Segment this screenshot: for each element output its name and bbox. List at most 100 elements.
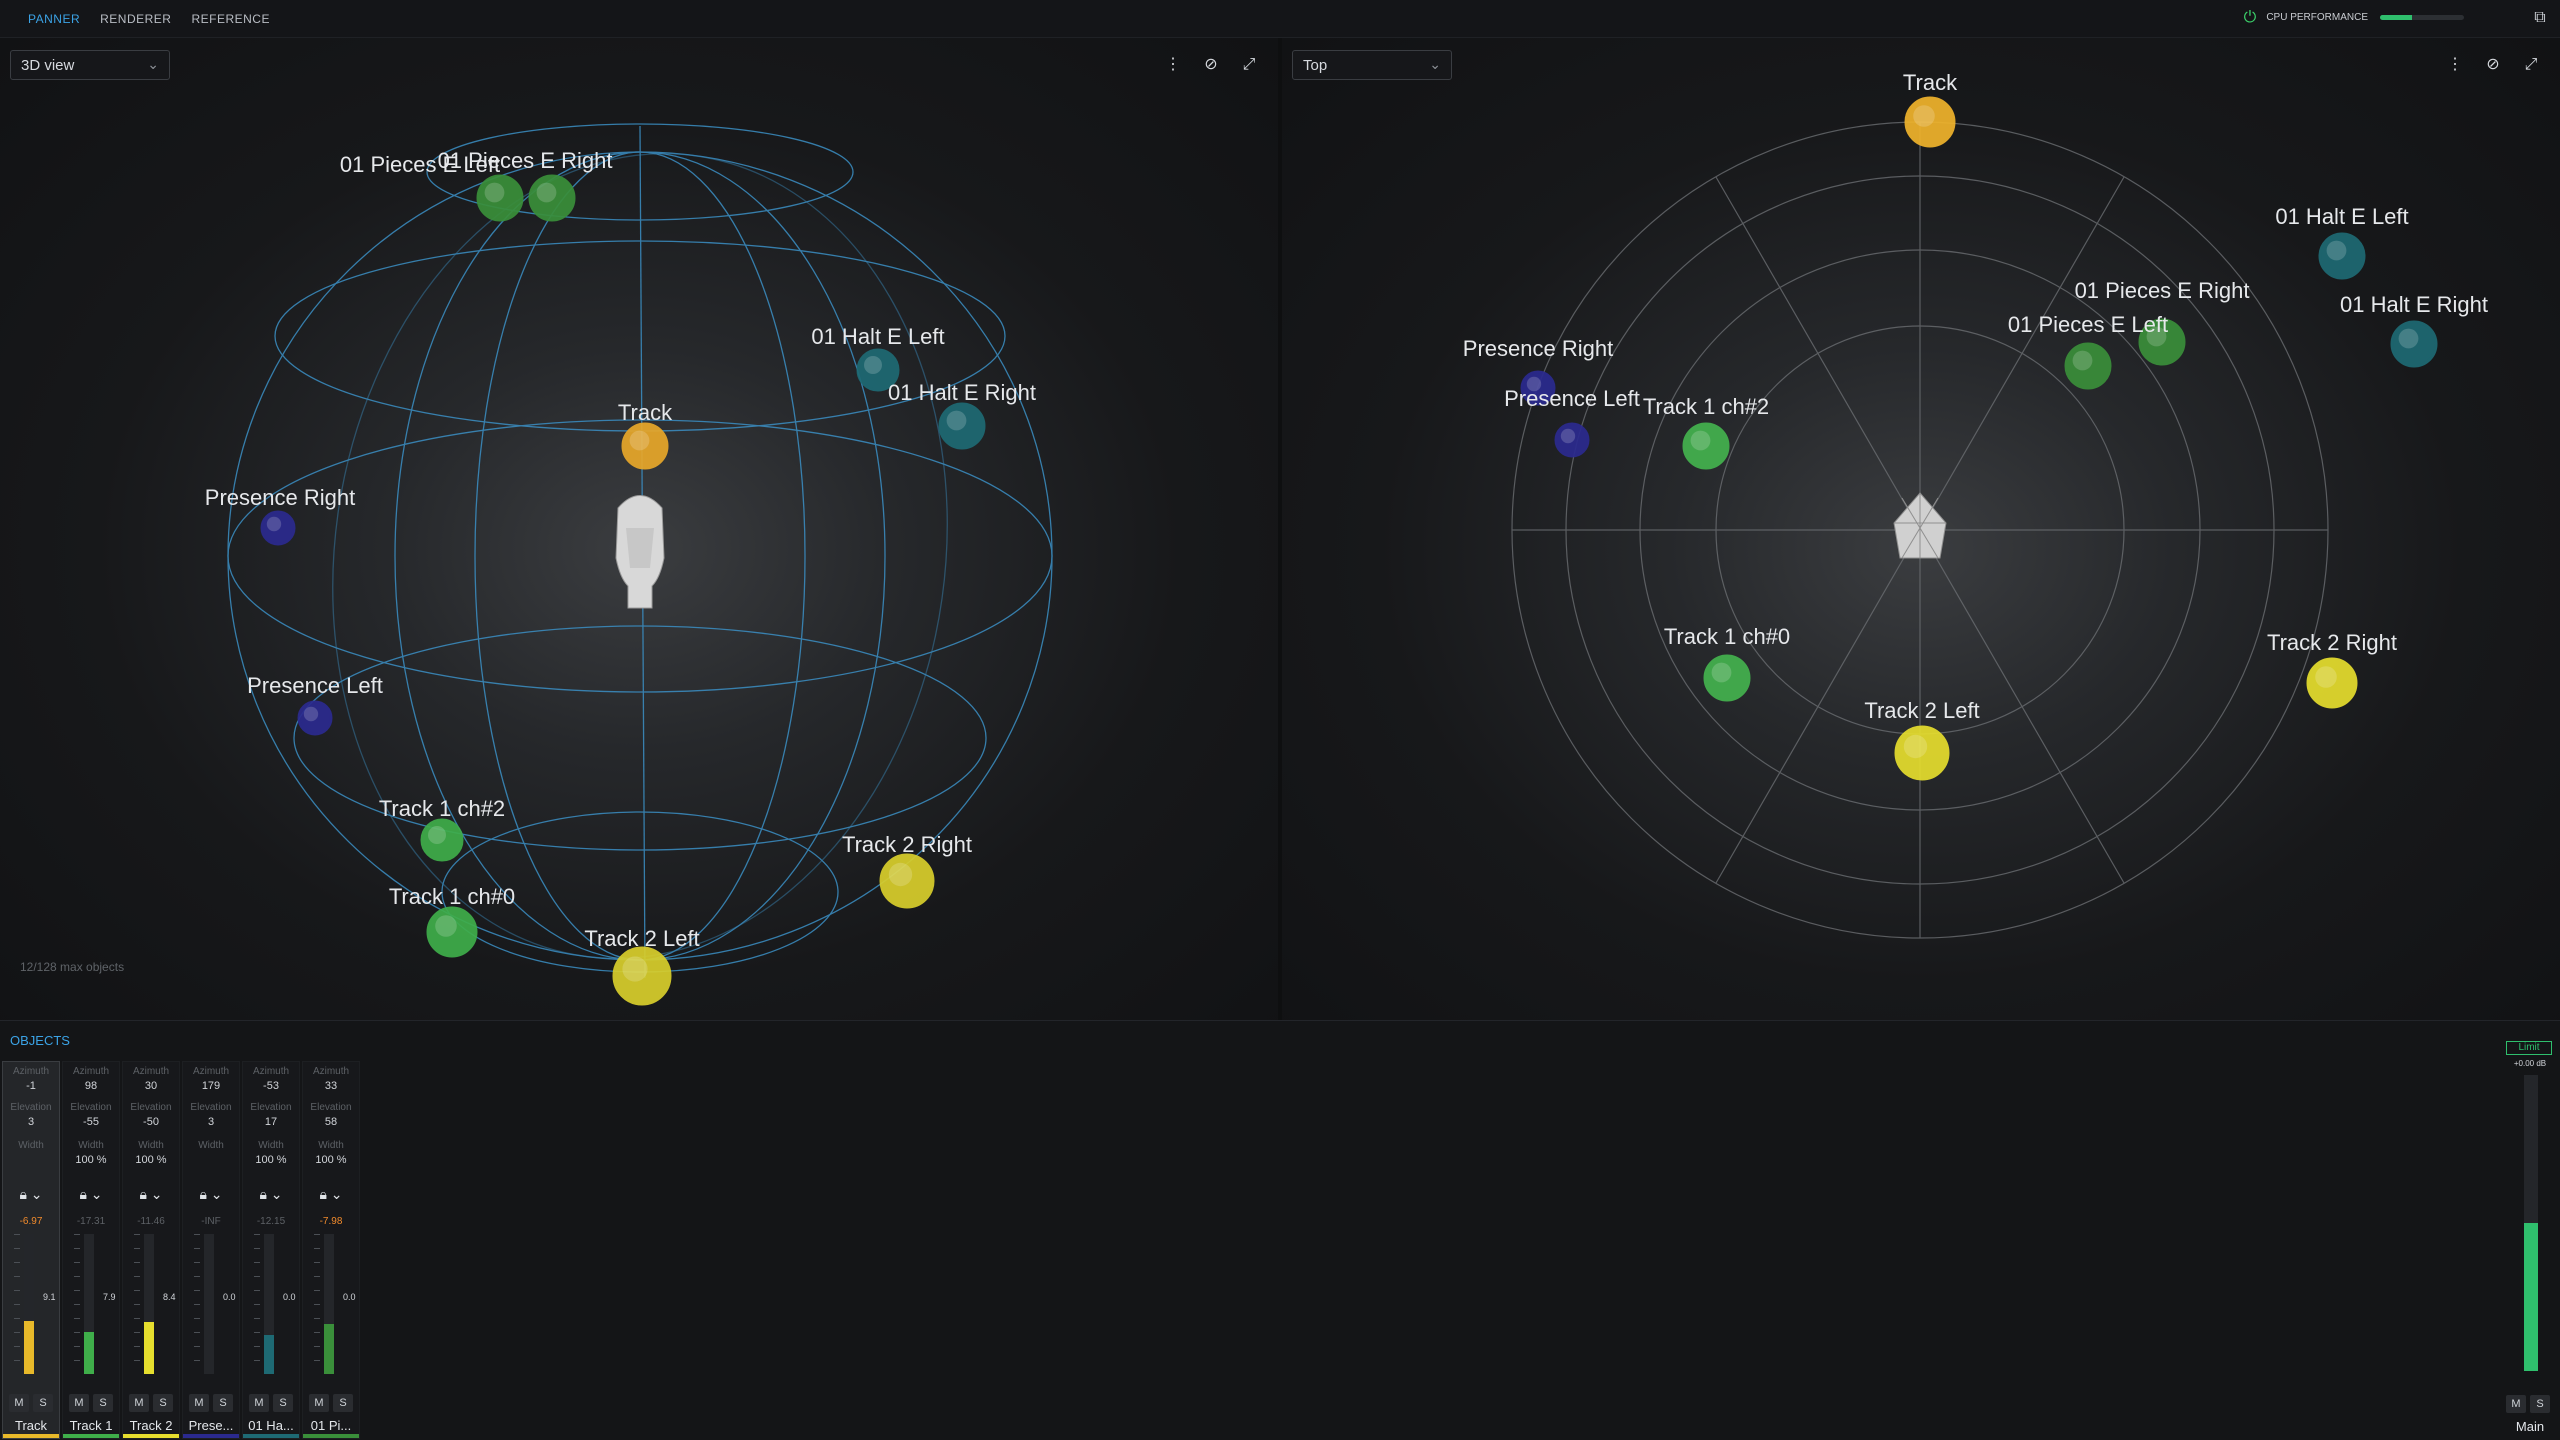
level-meter[interactable] — [74, 1234, 94, 1374]
object-strip[interactable]: Azimuth -1 Elevation 3 Width 🔒︎ ⌄ -6.97 9.1 M S Tr… — [2, 1061, 60, 1439]
lock-icon[interactable]: 🔒︎ ⌄ — [63, 1186, 119, 1203]
object-strip[interactable]: Azimuth -53 Elevation 17 Width 100 % 🔒︎ ⌄ -12.1… — [242, 1061, 300, 1439]
meter-tick — [14, 1262, 20, 1263]
azimuth-value[interactable]: 98 — [63, 1080, 119, 1092]
object-strip[interactable]: Azimuth 33 Elevation 58 Width 100 % 🔒︎ ⌄ -7.98 0… — [302, 1061, 360, 1439]
tab-panner[interactable]: PANNER — [28, 12, 80, 26]
strip-color-bar — [183, 1434, 239, 1438]
elevation-value[interactable]: 17 — [243, 1116, 299, 1128]
tab-renderer[interactable]: RENDERER — [100, 12, 171, 26]
width-value[interactable]: 100 % — [63, 1154, 119, 1166]
meter-tick — [14, 1360, 20, 1361]
master-mute-button[interactable]: M — [2506, 1395, 2526, 1413]
object-marker-highlight — [2315, 666, 2337, 688]
object-strip[interactable]: Azimuth 30 Elevation -50 Width 100 % 🔒︎ ⌄ -11.4… — [122, 1061, 180, 1439]
mute-button[interactable]: M — [69, 1394, 89, 1412]
solo-button[interactable]: S — [33, 1394, 53, 1412]
elevation-value[interactable]: -55 — [63, 1116, 119, 1128]
elevation-value[interactable]: 3 — [183, 1116, 239, 1128]
master-db: +0.00 dB — [2513, 1059, 2547, 1068]
azimuth-value[interactable]: 30 — [123, 1080, 179, 1092]
object-label: Track 1 ch#2 — [379, 796, 505, 821]
object-marker-highlight — [1711, 662, 1732, 683]
level-meter-fill — [24, 1320, 34, 1374]
object-marker-highlight — [303, 706, 319, 722]
mute-solo: MS — [9, 1394, 53, 1412]
meter-tick — [14, 1304, 20, 1305]
object-marker-highlight — [864, 356, 882, 374]
mute-button[interactable]: M — [309, 1394, 329, 1412]
object-label: 01 Halt E Right — [2340, 292, 2488, 317]
object-strip[interactable]: Azimuth 179 Elevation 3 Width 🔒︎ ⌄ -INF 0.0 M S Pr… — [182, 1061, 240, 1439]
azimuth-label: Azimuth — [192, 1066, 230, 1077]
solo-button[interactable]: S — [213, 1394, 233, 1412]
top-canvas[interactable]: Track 01 Halt E Left 01 Halt E Right 01 Pie… — [1282, 38, 2560, 1020]
object-label: Track 1 ch#0 — [1664, 624, 1790, 649]
meter-tick — [314, 1276, 320, 1277]
solo-button[interactable]: S — [273, 1394, 293, 1412]
master-solo-button[interactable]: S — [2530, 1395, 2550, 1413]
meter-tick — [14, 1248, 20, 1249]
lock-icon[interactable]: 🔒︎ ⌄ — [303, 1186, 359, 1203]
azimuth-value[interactable]: 179 — [183, 1080, 239, 1092]
level-meter[interactable] — [134, 1234, 154, 1374]
elevation-value[interactable]: 58 — [303, 1116, 359, 1128]
elevation-value[interactable]: 3 — [3, 1116, 59, 1128]
lock-icon[interactable]: 🔒︎ ⌄ — [243, 1186, 299, 1203]
mute-button[interactable]: M — [249, 1394, 269, 1412]
elevation-label: Elevation — [130, 1102, 172, 1113]
width-label: Width — [318, 1140, 344, 1151]
meter-tick — [254, 1360, 260, 1361]
meter-tick — [194, 1304, 200, 1305]
master-strip: Limit +0.00 dB M S Main — [2502, 1041, 2558, 1437]
mute-button[interactable]: M — [129, 1394, 149, 1412]
object-label: Presence Left — [247, 673, 383, 698]
meter-tick — [194, 1248, 200, 1249]
elevation-value[interactable]: -50 — [123, 1116, 179, 1128]
view-top[interactable]: Top ⌄ ⋮ ⊘ ⤢ Track 01 Halt E Left 01 Halt E… — [1282, 38, 2560, 1020]
power-icon[interactable]: ⏻ — [2240, 8, 2260, 28]
object-label: Presence Right — [205, 485, 355, 510]
width-value[interactable]: 100 % — [243, 1154, 299, 1166]
lock-icon[interactable]: 🔒︎ ⌄ — [123, 1186, 179, 1203]
mute-button[interactable]: M — [9, 1394, 29, 1412]
mute-solo: MS — [129, 1394, 173, 1412]
mute-button[interactable]: M — [189, 1394, 209, 1412]
fader-value: 0.0 — [343, 1292, 356, 1302]
object-strip[interactable]: Azimuth 98 Elevation -55 Width 100 % 🔒︎ ⌄ -17.3… — [62, 1061, 120, 1439]
width-value[interactable]: 100 % — [123, 1154, 179, 1166]
peak-db: -6.97 — [19, 1216, 43, 1227]
object-marker-highlight — [1690, 430, 1711, 451]
level-meter[interactable] — [314, 1234, 334, 1374]
strip-color-bar — [3, 1434, 59, 1438]
solo-button[interactable]: S — [93, 1394, 113, 1412]
azimuth-value[interactable]: -1 — [3, 1080, 59, 1092]
elevation-label: Elevation — [190, 1102, 232, 1113]
solo-button[interactable]: S — [153, 1394, 173, 1412]
fader-value: 0.0 — [283, 1292, 296, 1302]
azimuth-value[interactable]: 33 — [303, 1080, 359, 1092]
width-value[interactable]: 100 % — [303, 1154, 359, 1166]
objects-panel: OBJECTS Azimuth -1 Elevation 3 Width 🔒︎ ⌄ -6.9… — [0, 1020, 2560, 1440]
meter-tick — [134, 1262, 140, 1263]
mute-solo: MS — [309, 1394, 353, 1412]
elevation-label: Elevation — [10, 1102, 52, 1113]
meter-tick — [14, 1346, 20, 1347]
tab-reference[interactable]: REFERENCE — [191, 12, 270, 26]
level-meter[interactable] — [14, 1234, 34, 1374]
view-3d[interactable]: 3D view ⌄ ⋮ ⊘ ⤢ 01 Pieces E Left 01 Piece… — [0, 38, 1278, 1020]
popout-icon[interactable]: ⧉ — [2530, 8, 2550, 28]
level-meter[interactable] — [254, 1234, 274, 1374]
solo-button[interactable]: S — [333, 1394, 353, 1412]
azimuth-value[interactable]: -53 — [243, 1080, 299, 1092]
meter-tick — [254, 1262, 260, 1263]
level-meter[interactable] — [194, 1234, 214, 1374]
lock-icon[interactable]: 🔒︎ ⌄ — [3, 1186, 59, 1203]
meter-tick — [194, 1290, 200, 1291]
lock-icon[interactable]: 🔒︎ ⌄ — [183, 1186, 239, 1203]
limit-button[interactable]: Limit — [2506, 1041, 2552, 1055]
sphere-canvas[interactable]: 01 Pieces E Left01 Pieces E Right01 Halt… — [0, 38, 1278, 1020]
strip-name: Track 2 — [129, 1418, 173, 1433]
master-meter[interactable] — [2524, 1075, 2538, 1371]
meter-tick — [314, 1332, 320, 1333]
